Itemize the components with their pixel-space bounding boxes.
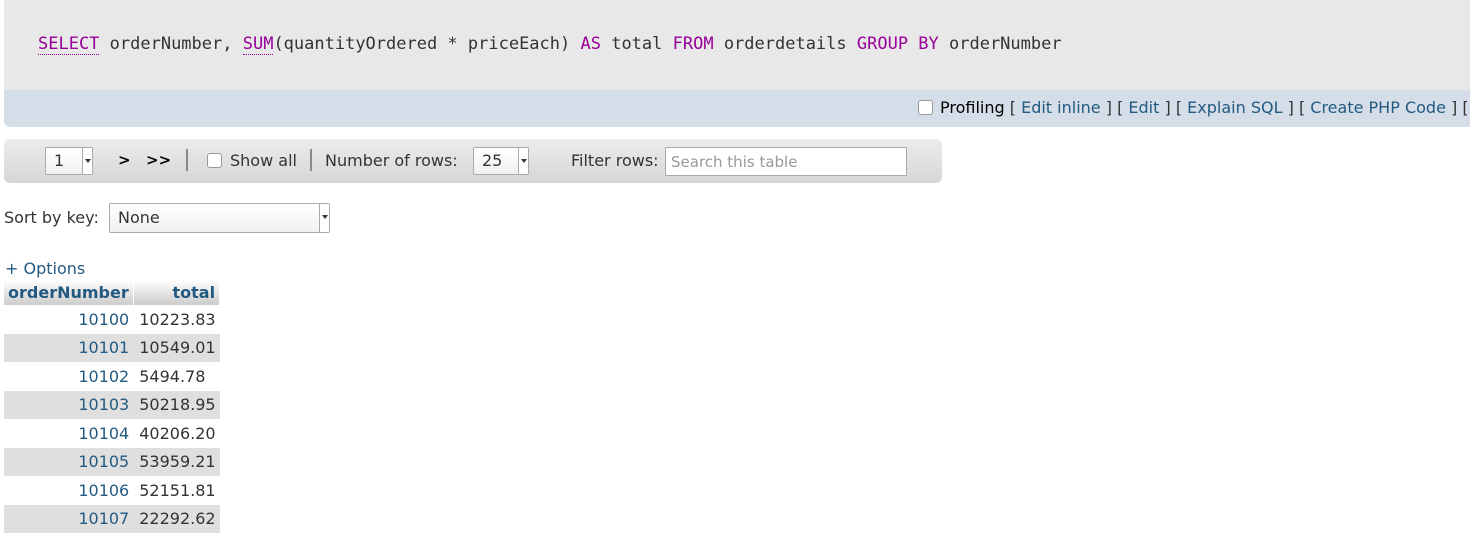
column-header-total[interactable]: total [133,280,219,305]
order-number-cell[interactable]: 10103 [4,391,133,420]
rows-label: Number of rows: [325,151,458,170]
order-number-cell[interactable]: 10105 [4,448,133,477]
order-number-cell[interactable]: 10101 [4,334,133,363]
chevron-down-icon [518,148,528,174]
table-row: 10107 22292.62 [4,505,220,533]
navigation-panel: 1 > >> Show all Number of rows: 25 Filte… [4,139,942,183]
profiling-checkbox[interactable] [918,100,933,115]
column-header-ordernumber[interactable]: orderNumber [4,280,133,305]
profiling-label: Profiling [940,98,1005,117]
total-cell: 50218.95 [133,391,219,420]
sql-keyword-as: AS [580,34,600,54]
sort-select-value: None [118,208,160,227]
sort-by-key-label: Sort by key: [4,208,99,227]
total-cell: 22292.62 [133,505,219,533]
next-page-button[interactable]: > [118,151,131,169]
table-header-row: orderNumber total [4,280,220,305]
table-row: 10101 10549.01 [4,334,220,363]
create-php-code-link[interactable]: Create PHP Code [1310,98,1446,117]
table-row: 10103 50218.95 [4,391,220,420]
filter-rows-label: Filter rows: [571,151,659,170]
sql-text-alias: total [601,34,673,54]
total-cell: 52151.81 [133,476,219,505]
bracket-sep-2: ] [ [1159,98,1187,117]
order-number-cell[interactable]: 10100 [4,305,133,334]
query-tools: Profiling [ Edit inline ] [ Edit ] [ Exp… [918,98,1470,117]
results-table: orderNumber total 10100 10223.83 10101 1… [4,280,220,533]
total-cell: 53959.21 [133,448,219,477]
edit-link[interactable]: Edit [1128,98,1159,117]
show-all-label: Show all [230,151,297,170]
order-number-cell[interactable]: 10107 [4,505,133,533]
sql-text-expr: (quantityOrdered * priceEach) [273,34,580,54]
sql-keyword-from: FROM [673,34,714,54]
total-cell: 10549.01 [133,334,219,363]
last-page-button[interactable]: >> [146,151,171,169]
edit-inline-link[interactable]: Edit inline [1021,98,1101,117]
table-row: 10106 52151.81 [4,476,220,505]
filter-rows-input[interactable] [665,147,907,176]
table-row: 10105 53959.21 [4,448,220,477]
total-cell: 5494.78 [133,362,219,391]
sql-keyword-select[interactable]: SELECT [38,34,99,55]
sql-text-table: orderdetails [714,34,857,54]
divider [186,149,188,171]
divider [310,149,312,171]
sql-query-box: SELECT orderNumber, SUM(quantityOrdered … [4,0,1470,90]
bracket-trailing: ] [ F [1446,98,1470,117]
options-toggle-link[interactable]: + Options [5,259,85,278]
page-select-value: 1 [54,151,64,170]
order-number-cell[interactable]: 10104 [4,419,133,448]
chevron-down-icon [82,148,92,174]
sql-text-groupcol: orderNumber [939,34,1062,54]
bracket-sep-1: ] [ [1101,98,1129,117]
chevron-down-icon [319,204,329,232]
sql-query-text: SELECT orderNumber, SUM(quantityOrdered … [38,34,1062,54]
query-tools-bar: Profiling [ Edit inline ] [ Edit ] [ Exp… [4,90,1470,127]
table-row: 10102 5494.78 [4,362,220,391]
show-all-checkbox[interactable] [207,153,222,168]
total-cell: 40206.20 [133,419,219,448]
rows-select-value: 25 [482,151,502,170]
explain-sql-link[interactable]: Explain SQL [1187,98,1282,117]
table-row: 10104 40206.20 [4,419,220,448]
rows-per-page-select[interactable]: 25 [473,147,529,175]
order-number-cell[interactable]: 10106 [4,476,133,505]
table-row: 10100 10223.83 [4,305,220,334]
sort-by-key-select[interactable]: None [109,203,330,233]
page-select[interactable]: 1 [45,147,93,175]
sql-keyword-groupby: GROUP BY [857,34,939,54]
order-number-cell[interactable]: 10102 [4,362,133,391]
total-cell: 10223.83 [133,305,219,334]
bracket-open: [ [1005,98,1021,117]
sql-text-col1: orderNumber, [99,34,242,54]
bracket-sep-3: ] [ [1283,98,1311,117]
sql-keyword-sum[interactable]: SUM [243,34,274,55]
